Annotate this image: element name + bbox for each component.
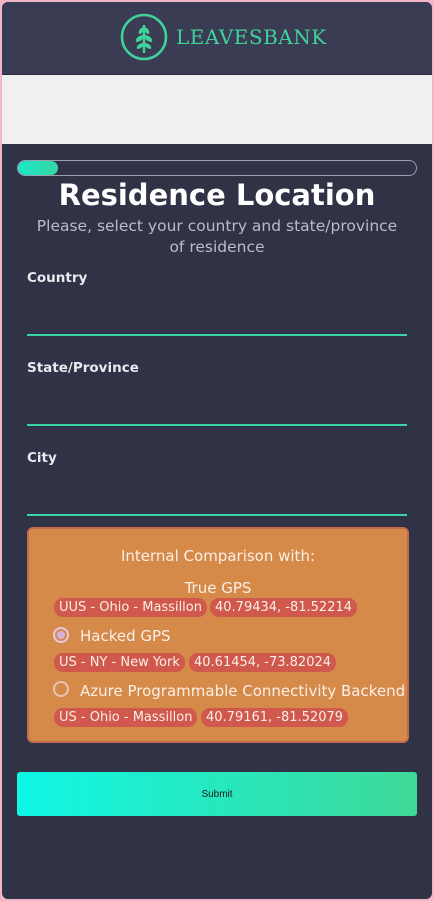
banner-area bbox=[2, 75, 432, 144]
true-gps-coords-badge: 40.79434, -81.52214 bbox=[210, 598, 358, 617]
comparison-panel: Internal Comparison with: True GPS UUS -… bbox=[27, 527, 409, 743]
state-label: State/Province bbox=[27, 360, 139, 376]
azure-backend-radio[interactable] bbox=[53, 681, 69, 697]
state-input[interactable] bbox=[27, 394, 407, 426]
app-frame: LEAVESBANK Residence Location Please, se… bbox=[2, 2, 432, 899]
city-input[interactable] bbox=[27, 484, 407, 516]
hacked-gps-location-badge: US - NY - New York bbox=[54, 653, 185, 672]
country-input[interactable] bbox=[27, 304, 407, 336]
hacked-gps-radio[interactable] bbox=[53, 627, 69, 643]
true-gps-label: True GPS bbox=[184, 579, 252, 597]
azure-backend-label[interactable]: Azure Programmable Connectivity Backend bbox=[80, 682, 405, 700]
country-label: Country bbox=[27, 270, 88, 286]
brand-name: LEAVESBANK bbox=[176, 25, 327, 49]
hacked-gps-label[interactable]: Hacked GPS bbox=[80, 627, 171, 645]
true-gps-location-badge: UUS - Ohio - Massillon bbox=[54, 598, 207, 617]
page-subtitle: Please, select your country and state/pr… bbox=[36, 217, 398, 256]
azure-backend-coords-badge: 40.79161, -81.52079 bbox=[201, 708, 349, 727]
progress-bar bbox=[17, 160, 417, 176]
brand-logo[interactable]: LEAVESBANK bbox=[120, 13, 327, 61]
city-label: City bbox=[27, 450, 57, 466]
hacked-gps-coords-badge: 40.61454, -73.82024 bbox=[189, 653, 337, 672]
app-header: LEAVESBANK bbox=[2, 2, 432, 75]
submit-button[interactable]: Submit bbox=[17, 772, 417, 816]
page-title: Residence Location bbox=[58, 178, 376, 212]
leaf-tree-icon bbox=[120, 13, 168, 61]
progress-fill bbox=[18, 161, 58, 175]
comparison-title: Internal Comparison with: bbox=[120, 547, 316, 565]
azure-backend-location-badge: US - Ohio - Massillon bbox=[54, 708, 198, 727]
